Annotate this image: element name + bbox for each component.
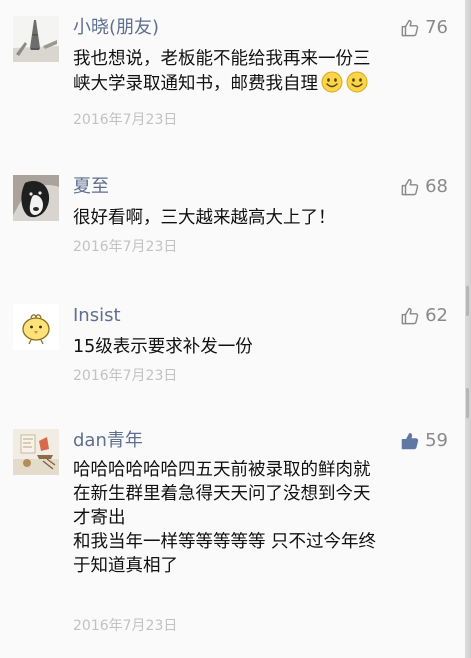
comment-text-line: 才寄出: [73, 508, 126, 528]
avatar[interactable]: [13, 175, 59, 221]
comment-date: 2016年7月23日: [73, 618, 178, 634]
comment-text: 哈哈哈哈哈哈四五天前被录取的鲜肉就 在新生群里着急得天天问了没想到今天 才寄出 …: [73, 458, 443, 578]
like-count: 59: [425, 430, 448, 451]
comment-date: 2016年7月23日: [73, 368, 178, 384]
scrollbar-track[interactable]: [465, 0, 471, 658]
comment-text-line: 很好看啊，三大越来越高大上了！: [73, 208, 336, 228]
like-button[interactable]: 76: [401, 16, 448, 40]
eiffel-tower-photo-icon: [13, 16, 59, 62]
commenter-name[interactable]: dan青年⁣: [73, 429, 143, 453]
smiley-emoji-icon: [346, 71, 368, 93]
like-button[interactable]: 68: [401, 175, 448, 199]
thumbs-up-outline-icon: [401, 307, 419, 325]
comment-text: 15级表示要求补发一份: [73, 335, 443, 359]
avatar[interactable]: [13, 429, 59, 475]
commenter-name[interactable]: 夏至: [73, 175, 109, 199]
commenter-name[interactable]: Insist: [73, 304, 121, 328]
comment-text: 我也想说，老板能不能给我再来一份三 峡大学录取通知书，邮费我自理: [73, 47, 443, 96]
illustration-photo-icon: [13, 429, 59, 475]
comment-text-line: 15级表示要求补发一份: [73, 337, 253, 357]
like-count: 68: [425, 176, 448, 197]
scrollbar-thumb[interactable]: [466, 388, 469, 418]
like-count: 62: [425, 305, 448, 326]
dog-photo-icon: [13, 175, 59, 221]
thumbs-up-filled-icon: [401, 432, 419, 450]
scrollbar-thumb[interactable]: [466, 286, 469, 316]
comment-text-line: 哈哈哈哈哈哈四五天前被录取的鲜肉就: [73, 460, 371, 480]
comment-text-line: 和我当年一样等等等等等 只不过今年终: [73, 532, 377, 552]
chick-cartoon-icon: [13, 304, 59, 350]
comment-date: 2016年7月23日: [73, 239, 178, 255]
thumbs-up-outline-icon: [401, 19, 419, 37]
comment-text: 很好看啊，三大越来越高大上了！: [73, 206, 443, 230]
smiley-emoji-icon: [321, 71, 343, 93]
comment-date: 2016年7月23日: [73, 112, 178, 128]
comment-text-line: 我也想说，老板能不能给我再来一份三: [73, 49, 371, 69]
like-button[interactable]: 59: [401, 429, 448, 453]
comment-text-segment: 峡大学录取通知书，邮费我自理: [73, 74, 318, 94]
comment-text-line: 峡大学录取通知书，邮费我自理: [73, 71, 443, 96]
commenter-name[interactable]: 小晓(朋友): [73, 16, 159, 40]
like-count: 76: [425, 17, 448, 38]
comment-text-line: 在新生群里着急得天天问了没想到今天: [73, 484, 371, 504]
comment-text-line: 于知道真相了: [73, 556, 178, 576]
like-button[interactable]: 62: [401, 304, 448, 328]
comment-list: 小晓(朋友) 76 我也想说，老板能不能给我再来一份三 峡大学录取通知书，邮费我…: [0, 0, 465, 658]
avatar[interactable]: [13, 16, 59, 62]
avatar[interactable]: [13, 304, 59, 350]
thumbs-up-outline-icon: [401, 178, 419, 196]
